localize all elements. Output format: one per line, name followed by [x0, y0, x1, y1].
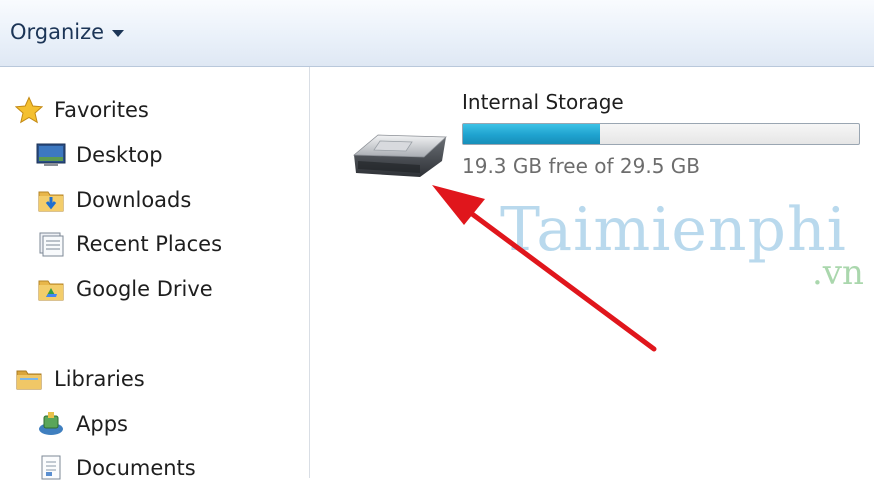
nav-item-apps[interactable]: Apps	[36, 404, 128, 444]
nav-item-label: Google Drive	[76, 277, 213, 301]
recent-places-icon	[36, 229, 66, 259]
nav-item-recent-places[interactable]: Recent Places	[36, 224, 222, 264]
nav-item-label: Recent Places	[76, 232, 223, 256]
star-icon	[14, 95, 44, 125]
nav-item-label: Apps	[76, 412, 128, 436]
red-arrow-annotation	[432, 185, 657, 352]
nav-item-downloads[interactable]: Downloads	[36, 180, 191, 220]
nav-group-libraries[interactable]: Libraries	[14, 359, 145, 399]
documents-icon	[36, 453, 66, 483]
downloads-folder-icon	[36, 185, 66, 215]
nav-group-label: Libraries	[54, 367, 145, 391]
apps-icon	[36, 409, 66, 439]
nav-group-favorites[interactable]: Favorites	[14, 90, 149, 130]
nav-item-documents[interactable]: Documents	[36, 448, 196, 488]
content-pane: Taimienphi .vn Internal Storage 19.3 GB …	[310, 67, 874, 478]
organize-label: Organize	[10, 20, 105, 44]
chevron-down-icon	[112, 29, 125, 37]
command-bar: Organize	[0, 0, 874, 67]
navigation-pane: Favorites Desktop Downloads Recent Place…	[0, 67, 310, 480]
nav-item-label: Desktop	[76, 143, 163, 167]
desktop-icon	[36, 140, 66, 170]
nav-item-label: Documents	[76, 456, 196, 480]
organize-menu-button[interactable]: Organize	[10, 20, 125, 44]
nav-group-label: Favorites	[54, 98, 149, 122]
nav-item-label: Downloads	[76, 188, 192, 212]
nav-item-google-drive[interactable]: Google Drive	[36, 269, 213, 309]
google-drive-folder-icon	[36, 274, 66, 304]
libraries-folder-icon	[14, 364, 44, 394]
nav-item-desktop[interactable]: Desktop	[36, 135, 163, 175]
